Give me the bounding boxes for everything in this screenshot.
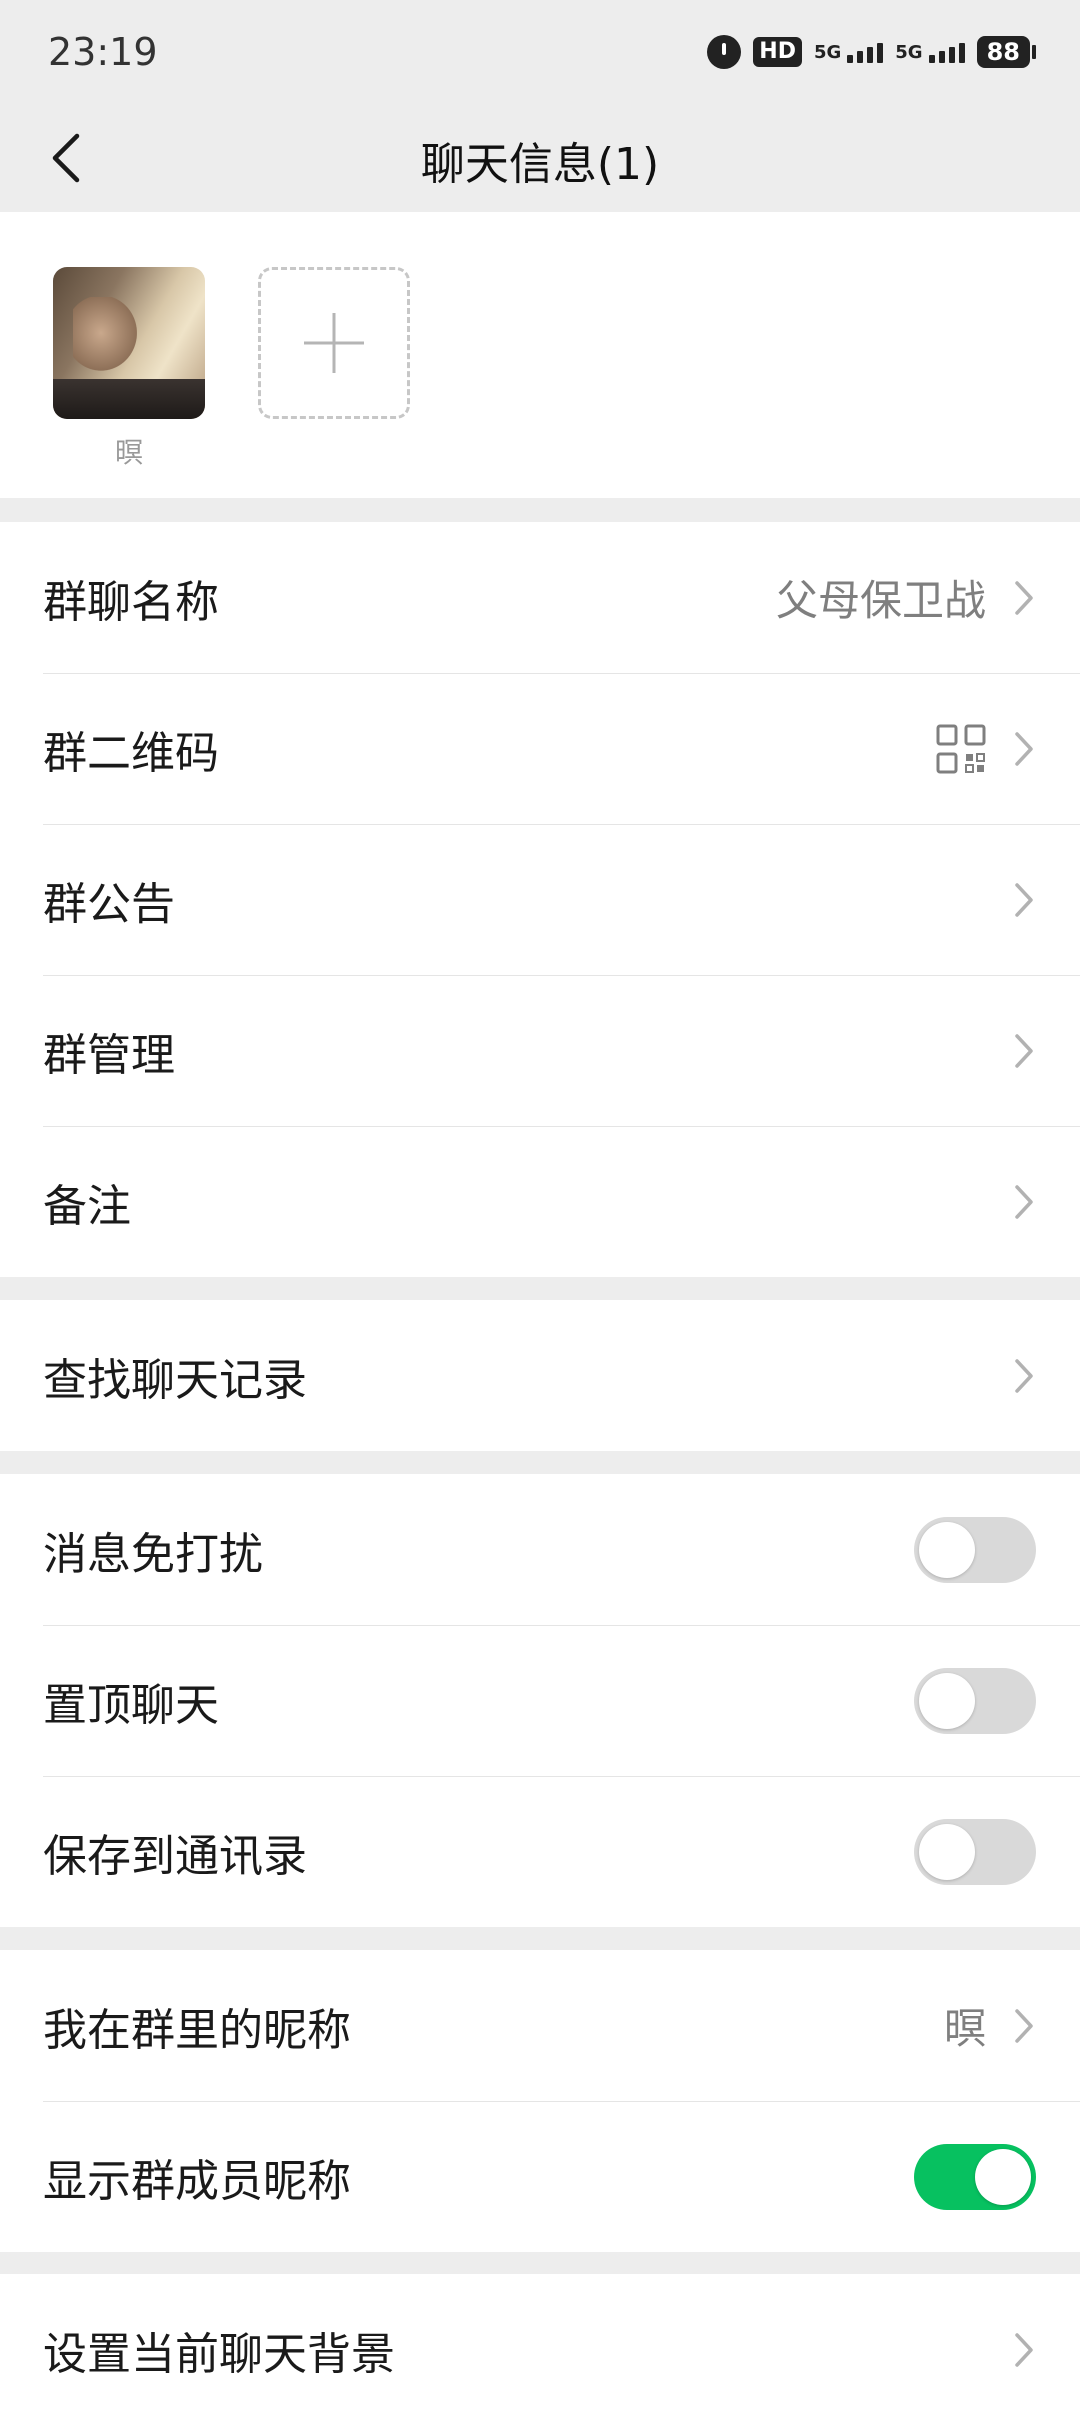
chevron-right-icon xyxy=(1012,1356,1036,1396)
nav-bar: 聊天信息(1) xyxy=(0,104,1080,212)
toggle-knob xyxy=(919,1823,975,1880)
pin-row: 置顶聊天 xyxy=(0,1625,1080,1776)
my-nickname-value: 暝 xyxy=(943,2004,986,2053)
status-icons: HD 5G 5G 88 xyxy=(707,32,1036,72)
chat-background-row[interactable]: 设置当前聊天背景 xyxy=(0,2274,1080,2425)
hd-icon: HD xyxy=(753,37,802,67)
member-name: 暝 xyxy=(114,436,143,469)
search-history-row[interactable]: 查找聊天记录 xyxy=(0,1300,1080,1451)
signal-icon-2: 5G xyxy=(895,42,965,63)
chevron-right-icon xyxy=(1012,729,1036,769)
mute-toggle[interactable] xyxy=(914,1516,1036,1583)
toggle-knob xyxy=(919,1672,975,1729)
show-nickname-label: 显示群成员昵称 xyxy=(43,2155,351,2207)
my-nickname-row[interactable]: 我在群里的昵称 暝 xyxy=(0,1950,1080,2101)
group-manage-label: 群管理 xyxy=(43,1029,175,1081)
group-notice-row[interactable]: 群公告 xyxy=(0,824,1080,975)
save-contacts-label: 保存到通讯录 xyxy=(43,1830,307,1882)
show-nickname-row: 显示群成员昵称 xyxy=(0,2101,1080,2252)
group-qr-label: 群二维码 xyxy=(43,727,219,779)
save-contacts-row: 保存到通讯录 xyxy=(0,1776,1080,1927)
search-section: 查找聊天记录 xyxy=(0,1300,1080,1451)
show-nickname-toggle[interactable] xyxy=(914,2143,1036,2210)
group-info-section: 群聊名称 父母保卫战 群二维码 群公告 群管理 备注 xyxy=(0,522,1080,1277)
status-time: 23:19 xyxy=(48,30,158,74)
group-notice-label: 群公告 xyxy=(43,878,175,930)
avatar[interactable] xyxy=(53,267,205,419)
toggle-knob xyxy=(919,1521,975,1578)
signal-icon: 5G xyxy=(814,42,884,63)
chevron-right-icon xyxy=(1012,2330,1036,2370)
group-name-label: 群聊名称 xyxy=(43,576,219,628)
remark-row[interactable]: 备注 xyxy=(0,1126,1080,1277)
save-contacts-toggle[interactable] xyxy=(914,1818,1036,1885)
qr-code-icon xyxy=(936,724,986,773)
chevron-right-icon xyxy=(1012,1031,1036,1071)
chevron-right-icon xyxy=(1012,578,1036,618)
plus-icon xyxy=(304,313,364,373)
alarm-icon xyxy=(707,35,742,69)
group-qr-row[interactable]: 群二维码 xyxy=(0,673,1080,824)
search-history-label: 查找聊天记录 xyxy=(43,1354,307,1406)
chevron-right-icon xyxy=(1012,880,1036,920)
remark-label: 备注 xyxy=(43,1180,131,1232)
chevron-right-icon xyxy=(1012,2006,1036,2046)
mute-row: 消息免打扰 xyxy=(0,1474,1080,1625)
background-section: 设置当前聊天背景 xyxy=(0,2274,1080,2425)
mute-label: 消息免打扰 xyxy=(43,1528,263,1580)
member-item[interactable]: 暝 xyxy=(53,267,205,471)
chat-background-label: 设置当前聊天背景 xyxy=(43,2328,395,2380)
page-title: 聊天信息(1) xyxy=(420,139,660,190)
chevron-right-icon xyxy=(1012,1182,1036,1222)
member-list: 暝 xyxy=(0,212,1080,498)
status-bar: 23:19 HD 5G 5G 88 xyxy=(0,0,1080,104)
my-nickname-label: 我在群里的昵称 xyxy=(43,2004,351,2056)
group-name-row[interactable]: 群聊名称 父母保卫战 xyxy=(0,522,1080,673)
toggle-knob xyxy=(975,2148,1031,2205)
group-manage-row[interactable]: 群管理 xyxy=(0,975,1080,1126)
battery-icon: 88 xyxy=(976,36,1030,68)
pin-label: 置顶聊天 xyxy=(43,1679,219,1731)
nickname-section: 我在群里的昵称 暝 显示群成员昵称 xyxy=(0,1950,1080,2252)
pin-toggle[interactable] xyxy=(914,1667,1036,1734)
settings-section: 消息免打扰 置顶聊天 保存到通讯录 xyxy=(0,1474,1080,1927)
add-member-button[interactable] xyxy=(258,267,410,419)
group-name-value: 父母保卫战 xyxy=(775,576,986,625)
